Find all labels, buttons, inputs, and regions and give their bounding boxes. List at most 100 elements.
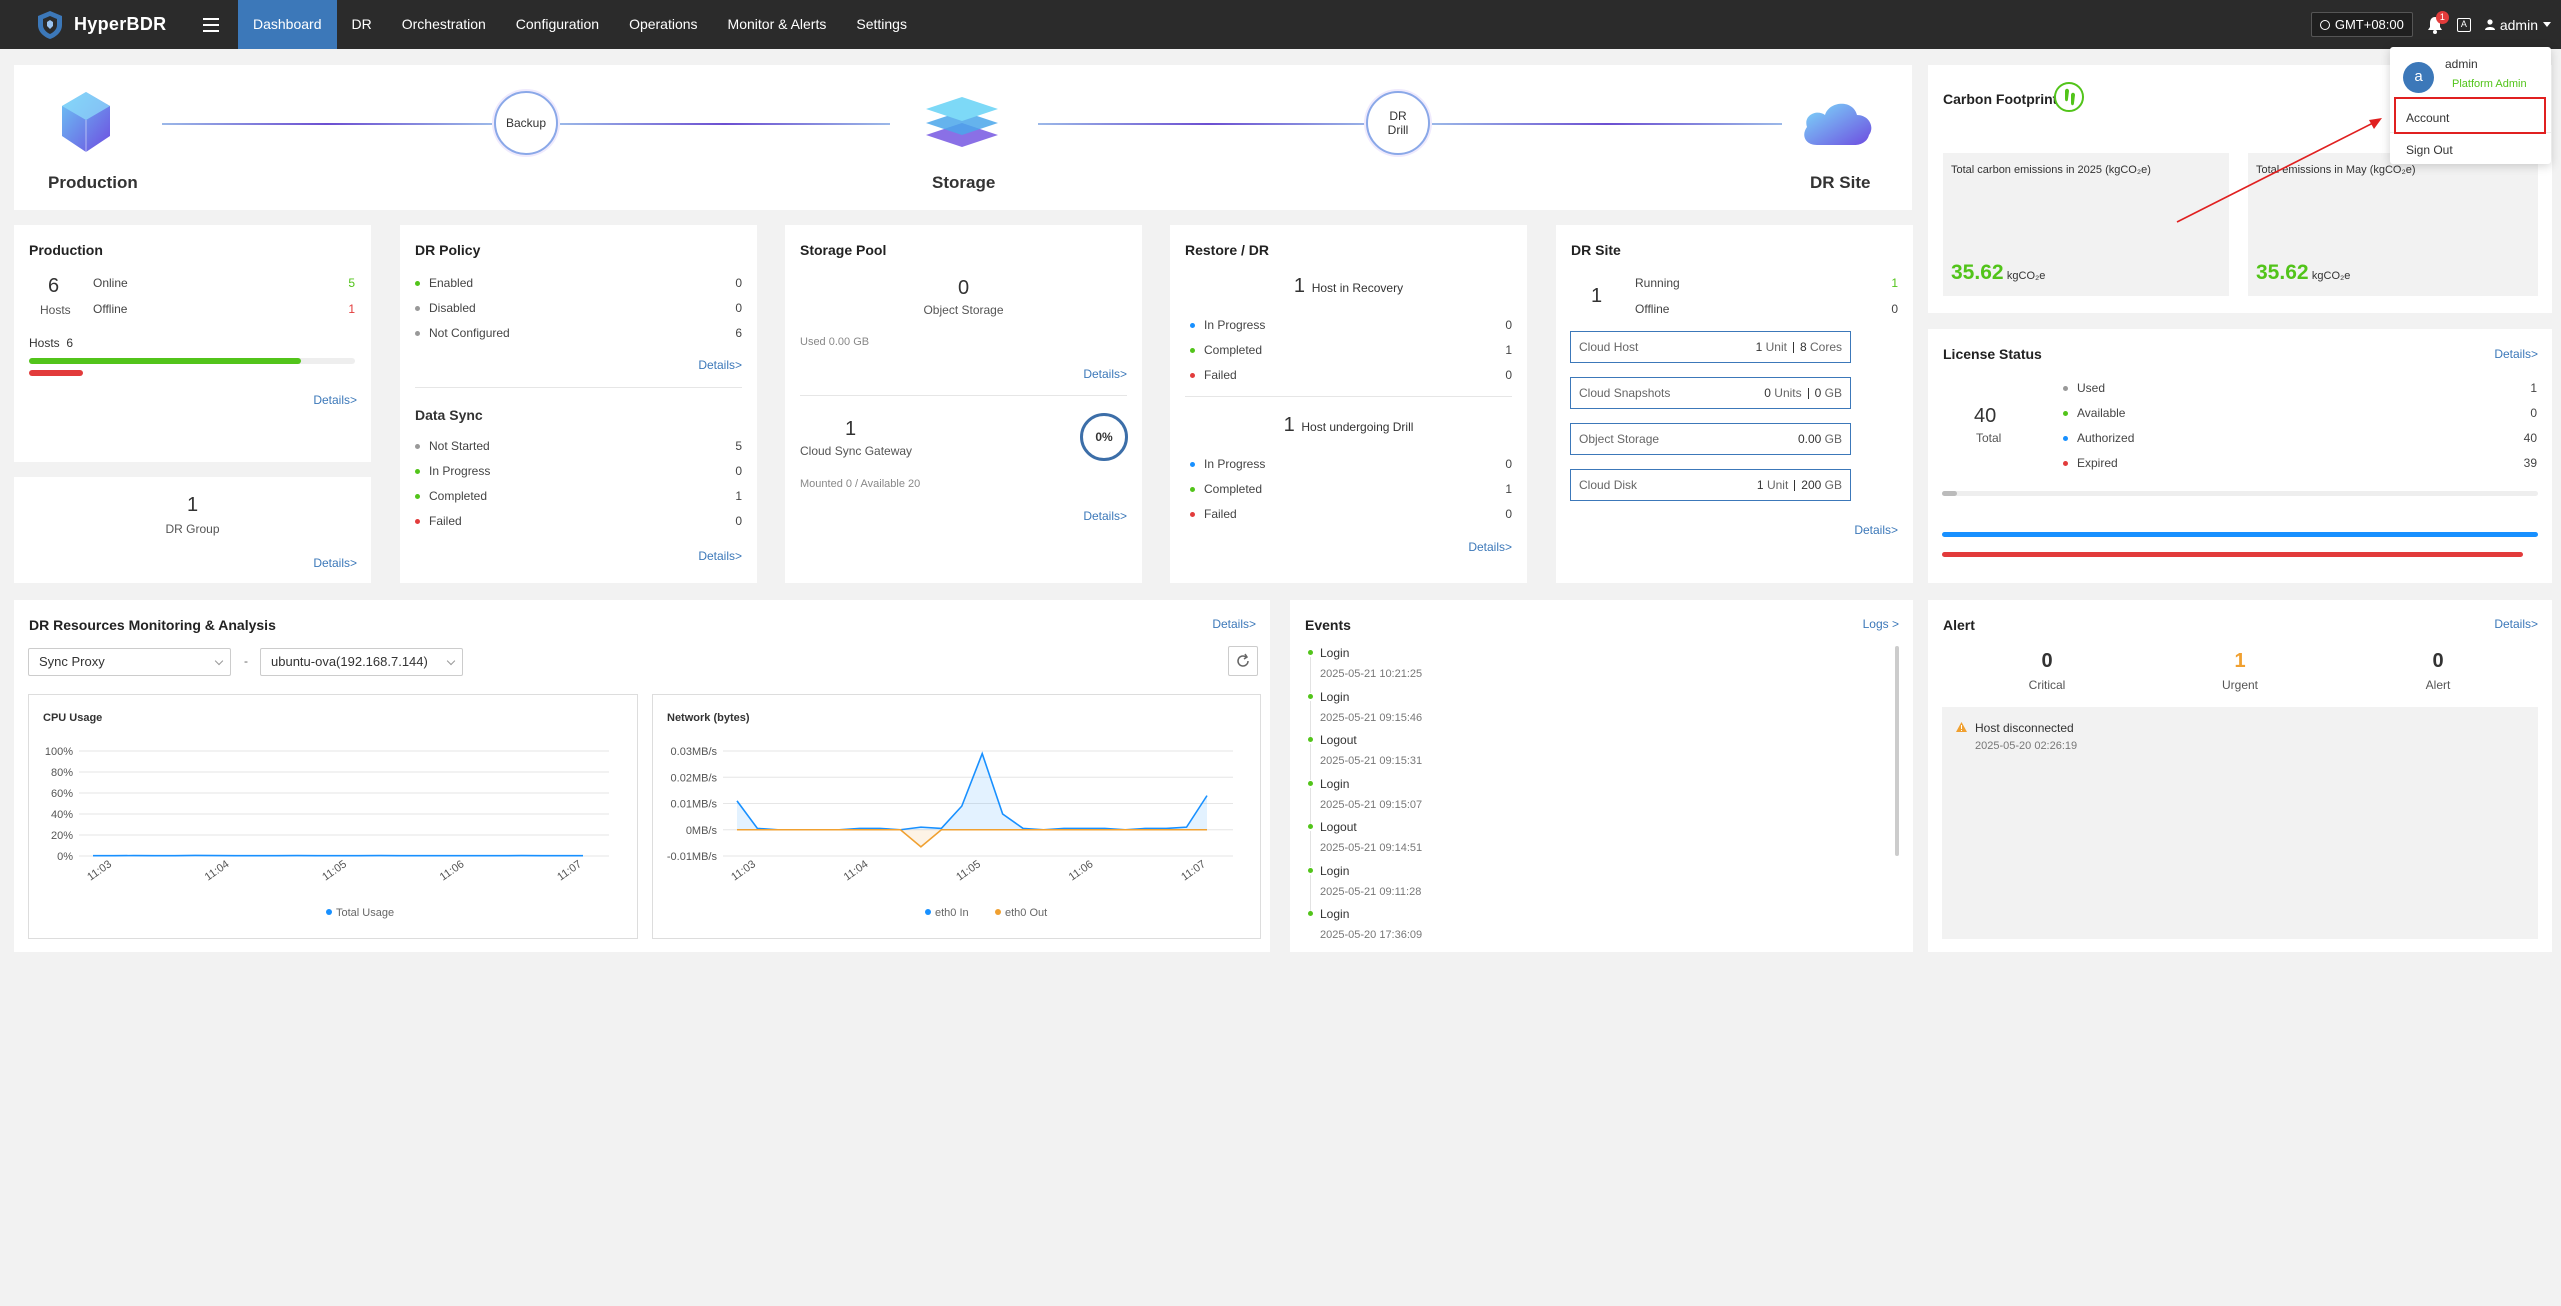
- offline-progress-fill: [29, 370, 84, 376]
- dr-group-count: 1: [186, 494, 199, 516]
- card-title: Alert: [1943, 617, 1975, 633]
- nav-dr[interactable]: DR: [337, 0, 387, 49]
- alert-details-link[interactable]: Details>: [2494, 617, 2538, 631]
- alert-item-title: Host disconnected: [1975, 721, 2074, 735]
- restore-details-link[interactable]: Details>: [1468, 540, 1512, 554]
- legend-label: Total Usage: [336, 907, 394, 919]
- cpu-chart-panel: CPU Usage 100% 80% 60% 40% 20% 0% 11:03 11:04 11…: [28, 694, 638, 939]
- list-item: Login 2025-05-21 09:11:28: [1308, 864, 1421, 911]
- user-menu[interactable]: admin: [2484, 16, 2551, 33]
- logs-link[interactable]: Logs >: [1863, 617, 1899, 631]
- nav-settings[interactable]: Settings: [841, 0, 922, 49]
- y-tick-label: 0.02MB/s: [671, 772, 718, 784]
- legend-marker: [995, 909, 1001, 915]
- flow-dr-site-label: DR Site: [1810, 173, 1871, 192]
- cloud-snapshots-box[interactable]: Cloud Snapshots 0 Units 0 GB: [1570, 377, 1851, 409]
- dr-policy-card: DR Policy Enabled 0 Disabled 0 Not Configu…: [400, 225, 757, 583]
- sign-out-menu-item[interactable]: Sign Out: [2406, 143, 2453, 157]
- production-details-link[interactable]: Details>: [313, 393, 357, 407]
- timeline-line: [1310, 831, 1311, 867]
- alert-item[interactable]: Host disconnected 2025-05-20 02:26:19: [1942, 707, 2538, 939]
- dr-site-details-link[interactable]: Details>: [1854, 523, 1898, 537]
- events-card: Events Logs > Login 2025-05-21 10:21:25 Lo…: [1290, 600, 1913, 952]
- sync-in-progress-row: In Progress 0: [415, 464, 742, 478]
- card-title: DR Policy: [415, 242, 481, 258]
- mounted-text: Mounted 0 / Available 20: [800, 478, 921, 490]
- object-storage-box[interactable]: Object Storage 0.00 GB: [1570, 423, 1851, 455]
- notification-bell-icon[interactable]: 1: [2427, 10, 2449, 34]
- proxy-select[interactable]: Sync Proxy: [28, 648, 231, 676]
- license-authorized-track: [1942, 532, 2538, 537]
- object-storage-label: Object Storage: [923, 303, 1004, 317]
- event-dot: [1308, 650, 1313, 655]
- x-tick-label: 11:06: [1067, 858, 1096, 883]
- hosts-count: 6: [48, 275, 60, 297]
- nav-operations[interactable]: Operations: [614, 0, 712, 49]
- recovery-heading: 1 Host in Recovery: [1293, 275, 1404, 297]
- events-scrollbar[interactable]: [1895, 646, 1899, 856]
- annotation-highlight-box: [2394, 97, 2546, 134]
- event-dot: [1308, 911, 1313, 916]
- timezone-badge[interactable]: GMT+08:00: [2310, 12, 2413, 37]
- network-chart-panel: Network (bytes) 0.03MB/s 0.02MB/s 0.01MB/s…: [652, 694, 1261, 939]
- hosts-label: Hosts: [40, 303, 71, 317]
- y-tick-label: 0.03MB/s: [671, 746, 718, 758]
- list-item: Login 2025-05-20 17:36:09: [1308, 907, 1422, 941]
- object-storage-count: 0: [957, 277, 970, 299]
- timeline-line: [1310, 700, 1311, 737]
- drill-heading: 1 Host undergoing Drill: [1283, 414, 1414, 436]
- language-icon[interactable]: A: [2456, 17, 2471, 32]
- event-dot: [1308, 824, 1313, 829]
- storage-details-link[interactable]: Details>: [1083, 367, 1127, 381]
- sync-not-started-row: Not Started 5: [415, 439, 742, 453]
- dr-flow-banner: Production Backup Storage DR Drill DR Sit…: [14, 65, 1912, 210]
- urgent-label: Urgent: [2221, 678, 2259, 692]
- event-time: 2025-05-21 09:15:07: [1320, 798, 1423, 811]
- online-progress-track: [29, 358, 355, 364]
- y-tick-label: 60%: [51, 788, 73, 800]
- app-logo[interactable]: HyperBDR: [34, 9, 184, 41]
- dr-drill-node[interactable]: DR Drill: [1366, 91, 1430, 155]
- flow-line: [162, 123, 492, 125]
- list-item: Login 2025-05-21 09:15:46: [1308, 690, 1422, 737]
- hamburger-menu-icon[interactable]: [196, 10, 226, 40]
- user-name: admin: [2499, 16, 2538, 33]
- y-tick-label: -0.01MB/s: [667, 851, 718, 863]
- user-icon: [2484, 19, 2495, 30]
- host-select[interactable]: ubuntu-ova(192.168.7.144): [260, 648, 463, 676]
- card-title: DR Resources Monitoring & Analysis: [29, 617, 276, 633]
- event-time: 2025-05-21 10:21:25: [1320, 668, 1423, 680]
- drill-in-progress-row: In Progress 0: [1190, 457, 1512, 471]
- footprint-icon: [2054, 82, 2084, 112]
- nav-dashboard[interactable]: Dashboard: [238, 0, 337, 49]
- urgent-count: 1: [2234, 650, 2246, 672]
- monitoring-details-link[interactable]: Details>: [1212, 617, 1256, 631]
- flow-line: [560, 123, 890, 125]
- year-emissions-value: 35.62 kgCO₂e: [1951, 261, 2046, 284]
- event-time: 2025-05-21 09:15:31: [1320, 755, 1423, 767]
- list-item: Login 2025-05-21 09:15:07: [1308, 777, 1423, 824]
- cloud-icon: [1804, 103, 1872, 145]
- nav-orchestration[interactable]: Orchestration: [387, 0, 501, 49]
- flow-line: [1432, 123, 1782, 125]
- license-details-link[interactable]: Details>: [2494, 347, 2538, 361]
- license-total: 40: [1974, 405, 1997, 427]
- dr-group-details-link[interactable]: Details>: [313, 556, 357, 570]
- cloud-disk-box[interactable]: Cloud Disk 1 Unit 200 GB: [1570, 469, 1851, 501]
- data-sync-details-link[interactable]: Details>: [698, 549, 742, 563]
- timezone-text: GMT+08:00: [2334, 17, 2404, 32]
- gateway-details-link[interactable]: Details>: [1083, 509, 1127, 523]
- refresh-button[interactable]: [1228, 646, 1258, 676]
- dr-policy-details-link[interactable]: Details>: [698, 358, 742, 372]
- navbar-right: GMT+08:00 1 A admin: [2310, 0, 2551, 49]
- card-title: Production: [29, 242, 103, 258]
- dr-group-label: DR Group: [165, 522, 220, 536]
- event-title: Logout: [1320, 733, 1357, 747]
- backup-node[interactable]: Backup: [494, 91, 558, 155]
- cloud-host-box[interactable]: Cloud Host 1 Unit 8 Cores: [1570, 331, 1851, 363]
- nav-configuration[interactable]: Configuration: [501, 0, 614, 49]
- policy-disabled-row: Disabled 0: [415, 301, 742, 315]
- nav-monitor-alerts[interactable]: Monitor & Alerts: [713, 0, 842, 49]
- critical-label: Critical: [2028, 678, 2066, 692]
- card-title: Restore / DR: [1185, 242, 1270, 258]
